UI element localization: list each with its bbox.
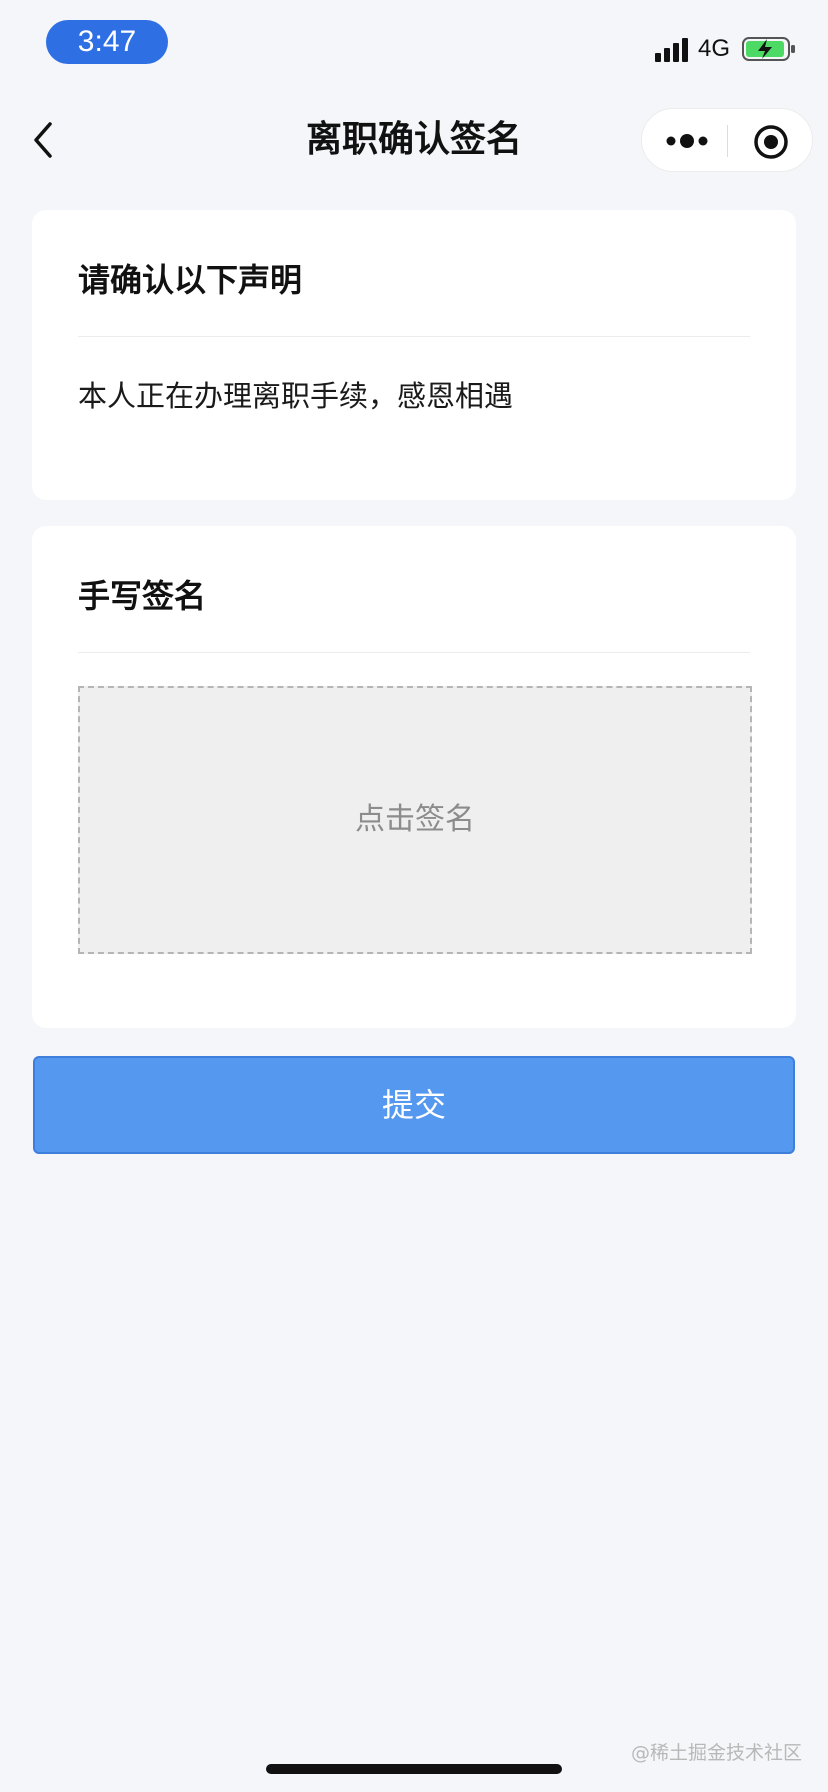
network-type: 4G (698, 35, 731, 62)
back-icon[interactable] (28, 118, 62, 162)
signal-icon (655, 36, 689, 62)
page-title: 离职确认签名 (305, 119, 522, 160)
declaration-card: 请确认以下声明 本人正在办理离职手续，感恩相遇 (32, 210, 796, 500)
signature-hint: 点击签名 (355, 802, 475, 837)
watermark: @稀土掘金技术社区 (630, 1742, 802, 1764)
more-icon[interactable] (664, 129, 710, 153)
mini-program-capsule (641, 108, 813, 172)
signature-card: 手写签名 点击签名 (32, 526, 796, 1028)
capsule-divider (727, 125, 728, 157)
declaration-text: 本人正在办理离职手续，感恩相遇 (78, 379, 514, 413)
submit-button[interactable]: 提交 (33, 1056, 795, 1154)
signature-title: 手写签名 (78, 577, 207, 615)
card-divider (78, 652, 750, 653)
home-indicator[interactable] (266, 1764, 562, 1774)
card-divider (78, 336, 750, 337)
close-icon[interactable] (752, 123, 790, 161)
status-time: 3:47 (46, 20, 168, 64)
declaration-title: 请确认以下声明 (78, 261, 303, 299)
battery-charging-icon (742, 37, 795, 61)
signature-pad[interactable]: 点击签名 (78, 686, 752, 954)
screen: { "status_bar": { "time": "3:47", "netwo… (0, 0, 828, 1792)
